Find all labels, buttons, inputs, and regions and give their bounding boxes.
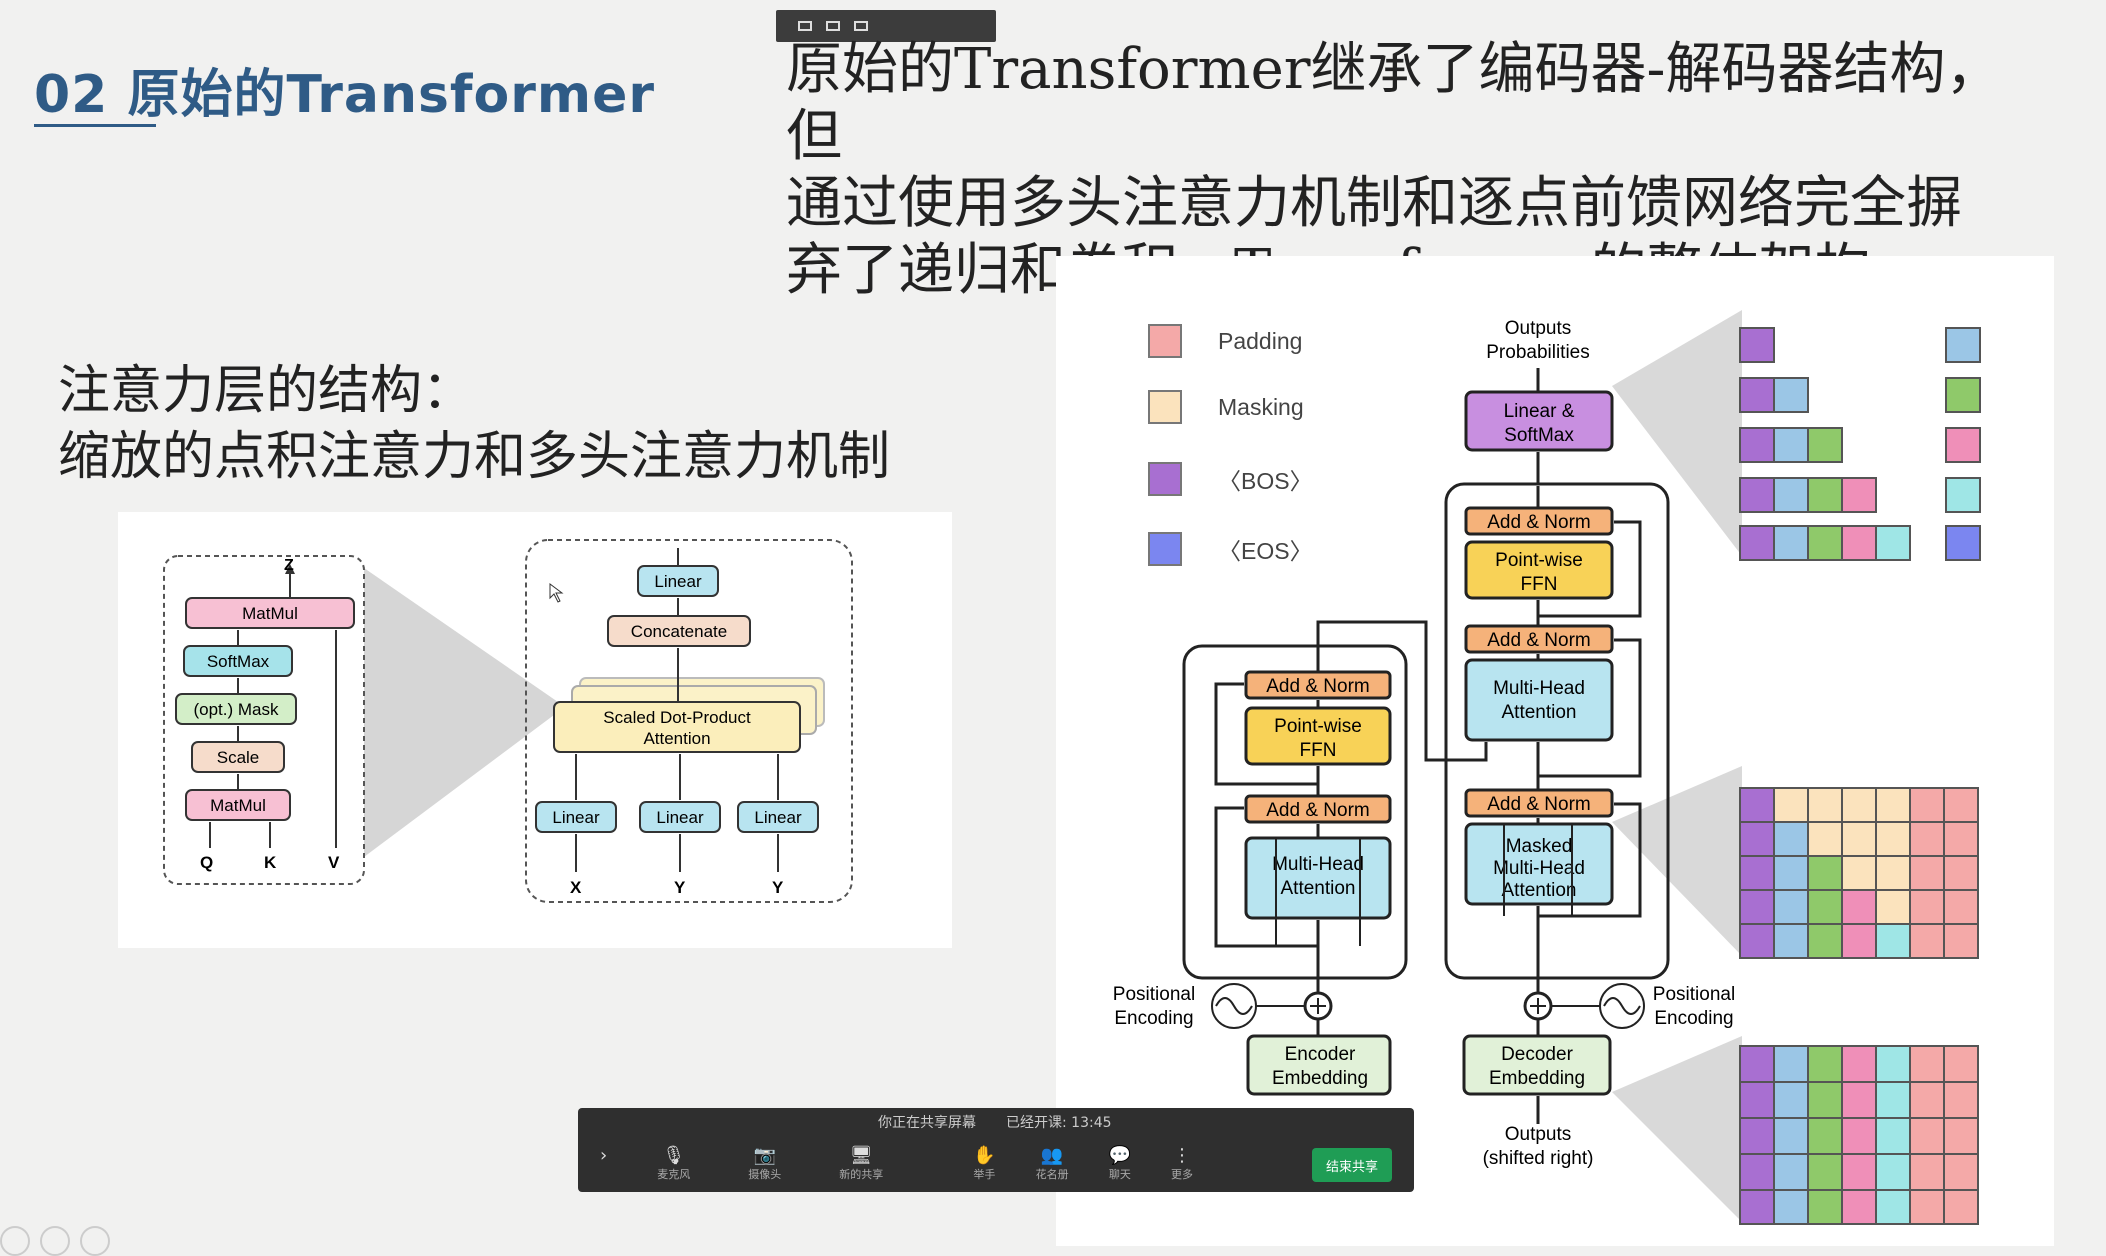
dec-emb-label: Decoder <box>1501 1044 1573 1065</box>
output-token-matrix <box>1739 327 1981 561</box>
mha-linear-2-label: Linear <box>656 808 704 827</box>
attention-diagram-panel: Z MatMul SoftMax (opt.) Mask Scale MatMu… <box>118 512 952 948</box>
raise-hand-label: 举手 <box>973 1168 996 1181</box>
add-norm-label: Add & Norm <box>1487 794 1590 815</box>
q-label: Q <box>200 853 213 872</box>
ffn-label-2: FFN <box>1521 574 1558 595</box>
mha-label: Multi-Head <box>1493 678 1585 699</box>
camera-label: 摄像头 <box>748 1168 782 1181</box>
share-status: 你正在共享屏幕 已经开课: 13:45 <box>878 1112 1112 1132</box>
people-icon: 👥 <box>1040 1145 1064 1166</box>
prev-icon[interactable] <box>0 1226 30 1256</box>
scale-label: Scale <box>217 748 260 767</box>
intro-line: 原始的Transformer继承了编码器-解码器结构，但 <box>786 37 2002 169</box>
menu-icon[interactable] <box>854 21 868 31</box>
chevron-right-icon: › <box>600 1145 608 1166</box>
softmax-label: SoftMax <box>207 652 270 671</box>
raise-hand-button[interactable]: ✋ 举手 <box>973 1146 995 1182</box>
meeting-toolbar: 你正在共享屏幕 已经开课: 13:45 › 🎙 麦克风 📷 摄像头 🖥 新的共享 ✋ 举… <box>578 1108 1414 1192</box>
outputs-shifted-label-2: (shifted right) <box>1483 1148 1594 1169</box>
hand-icon: ✋ <box>973 1145 996 1166</box>
chat-icon: 💬 <box>1108 1145 1132 1166</box>
camera-icon: 📷 <box>753 1145 776 1166</box>
screen-share-icon: 🖥 <box>849 1145 873 1166</box>
more-icon[interactable] <box>80 1226 110 1256</box>
microphone-icon: 🎙 <box>662 1145 686 1166</box>
ffn-label-2: FFN <box>1300 740 1337 761</box>
add-norm-label: Add & Norm <box>1487 630 1590 651</box>
roster-label: 花名册 <box>1035 1168 1069 1181</box>
ffn-label: Point-wise <box>1274 716 1362 737</box>
pos-enc-label-right: Positional <box>1653 984 1735 1005</box>
k-label: K <box>264 853 277 872</box>
chat-label: 聊天 <box>1108 1168 1131 1181</box>
roster-button[interactable]: 👥 花名册 <box>1036 1146 1069 1182</box>
pos-enc-label-left: Positional <box>1113 984 1195 1005</box>
dec-emb-label-2: Embedding <box>1489 1068 1585 1089</box>
microphone-button[interactable]: 🎙 麦克风 <box>657 1146 690 1182</box>
architecture-diagram: Outputs Probabilities Linear & SoftMax A… <box>1113 310 1981 1225</box>
sharing-status-text: 你正在共享屏幕 <box>878 1115 976 1131</box>
slide-nav-controls <box>0 1226 110 1256</box>
mouse-cursor-icon <box>549 583 564 603</box>
add-norm-label: Add & Norm <box>1266 800 1369 821</box>
ffn-label: Point-wise <box>1495 550 1583 571</box>
sdpa-output-label: Z <box>284 557 294 574</box>
class-time-text: 已经开课: 13:45 <box>1006 1115 1112 1131</box>
mha-linear-3-label: Linear <box>754 808 802 827</box>
title-underline <box>34 124 156 127</box>
y-label-1: Y <box>674 878 686 897</box>
subtitle-line: 缩放的点积注意力和多头注意力机制 <box>58 427 891 487</box>
new-share-button[interactable]: 🖥 新的共享 <box>839 1146 883 1182</box>
more-label: 更多 <box>1171 1168 1194 1181</box>
mha-linear-1-label: Linear <box>552 808 600 827</box>
mha-sdpa-label-2: Attention <box>643 729 710 748</box>
pos-enc-label-left-2: Encoding <box>1114 1008 1193 1029</box>
y-label-2: Y <box>772 878 784 897</box>
camera-button[interactable]: 📷 摄像头 <box>748 1146 781 1182</box>
attention-diagram: Z MatMul SoftMax (opt.) Mask Scale MatMu… <box>163 539 853 903</box>
zoom-projection <box>364 568 558 857</box>
new-share-label: 新的共享 <box>839 1168 884 1181</box>
matmul-top-label: MatMul <box>242 604 298 623</box>
masked-label-3: Attention <box>1502 880 1577 901</box>
linear-softmax-label: Linear & <box>1504 401 1575 422</box>
add-norm-label: Add & Norm <box>1266 676 1369 697</box>
outputs-probabilities-label-2: Probabilities <box>1486 342 1590 363</box>
linear-softmax-label-2: SoftMax <box>1504 425 1574 446</box>
attention-mask-matrix <box>1739 787 1979 959</box>
chat-button[interactable]: 💬 聊天 <box>1109 1146 1131 1182</box>
more-button[interactable]: ⋮ 更多 <box>1171 1146 1193 1182</box>
intro-line: 通过使用多头注意力机制和逐点前馈网络完全摒 <box>786 171 1962 236</box>
minimize-icon[interactable] <box>798 21 812 31</box>
mha-label: Multi-Head <box>1272 854 1364 875</box>
subtitle-line: 注意力层的结构： <box>58 361 475 421</box>
meeting-controls: › 🎙 麦克风 📷 摄像头 🖥 新的共享 ✋ 举手 👥 花名册 💬 聊天 ⋮ 更多 <box>578 1146 1414 1182</box>
outputs-probabilities-label: Outputs <box>1505 318 1572 339</box>
enc-emb-label-2: Embedding <box>1272 1068 1368 1089</box>
pos-enc-label-right-2: Encoding <box>1654 1008 1733 1029</box>
microphone-label: 麦克风 <box>657 1168 691 1181</box>
masked-label: Masked <box>1506 836 1573 857</box>
collapse-button[interactable]: › <box>600 1146 607 1166</box>
mask-label: (opt.) Mask <box>193 700 279 719</box>
zoom-icon[interactable] <box>40 1226 70 1256</box>
more-icon: ⋮ <box>1173 1145 1192 1166</box>
concat-label: Concatenate <box>631 622 727 641</box>
window-icon[interactable] <box>826 21 840 31</box>
mha-sdpa-label: Scaled Dot-Product <box>603 708 751 727</box>
mha-label-2: Attention <box>1281 878 1356 899</box>
v-label: V <box>328 853 340 872</box>
mha-label-2: Attention <box>1502 702 1577 723</box>
dec-mha-box <box>1464 658 1614 742</box>
outputs-shifted-label: Outputs <box>1505 1124 1572 1145</box>
mha-linear-top-label: Linear <box>654 572 702 591</box>
enc-emb-label: Encoder <box>1285 1044 1356 1065</box>
end-share-button[interactable]: 结束共享 <box>1312 1148 1392 1182</box>
x-label: X <box>570 878 582 897</box>
slide-title: 02 原始的Transformer <box>34 65 656 125</box>
matmul-bottom-label: MatMul <box>210 796 266 815</box>
embedding-matrix <box>1739 1045 1979 1225</box>
add-norm-label: Add & Norm <box>1487 512 1590 533</box>
